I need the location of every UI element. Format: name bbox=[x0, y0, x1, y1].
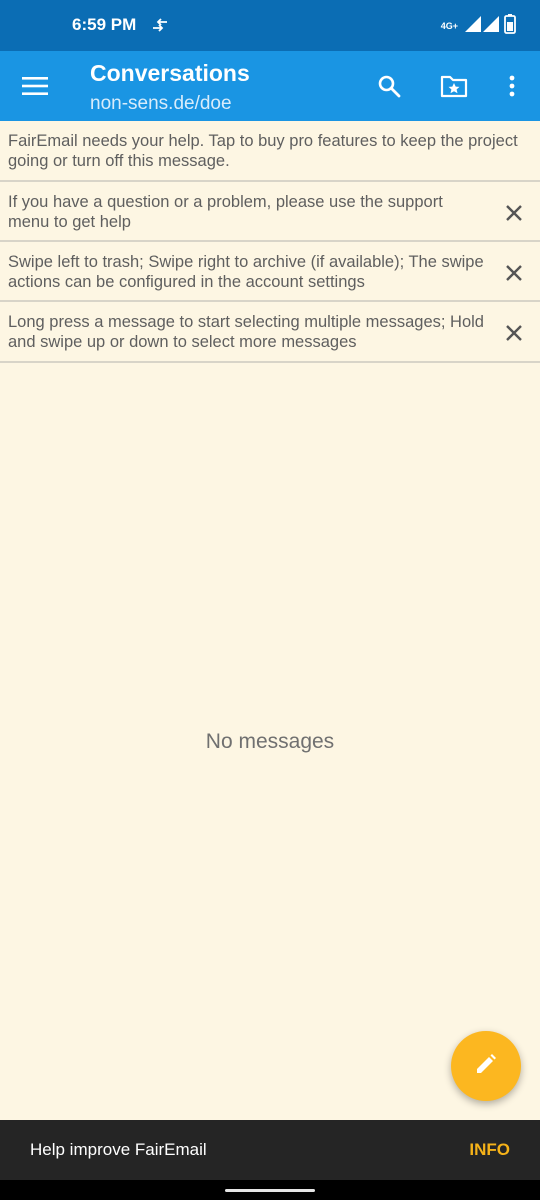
navigation-bar bbox=[0, 1180, 540, 1200]
banner-text: FairEmail needs your help. Tap to buy pr… bbox=[8, 132, 518, 170]
banner-text: If you have a question or a problem, ple… bbox=[8, 193, 443, 231]
close-icon[interactable] bbox=[496, 196, 532, 230]
status-time: 6:59 PM bbox=[72, 15, 137, 34]
menu-icon[interactable] bbox=[14, 65, 56, 107]
search-icon[interactable] bbox=[368, 65, 410, 107]
banner-text: Swipe left to trash; Swipe right to arch… bbox=[8, 253, 484, 291]
edit-icon bbox=[474, 1052, 498, 1081]
close-icon[interactable] bbox=[496, 316, 532, 350]
hint-banner-select: Long press a message to start selecting … bbox=[0, 302, 540, 363]
snackbar: Help improve FairEmail INFO bbox=[0, 1120, 540, 1180]
battery-icon bbox=[504, 13, 516, 39]
page-title: Conversations bbox=[90, 60, 250, 86]
close-icon[interactable] bbox=[496, 256, 532, 290]
more-vert-icon[interactable] bbox=[491, 65, 533, 107]
account-subtitle: non-sens.de/doe bbox=[90, 93, 232, 114]
compose-button[interactable] bbox=[451, 1031, 521, 1101]
status-indicators: 4G+ bbox=[441, 13, 516, 39]
app-bar: Conversations non-sens.de/doe bbox=[0, 51, 540, 121]
home-gesture-handle[interactable] bbox=[225, 1189, 315, 1192]
snackbar-text: Help improve FairEmail bbox=[30, 1140, 207, 1159]
folder-star-icon[interactable] bbox=[433, 65, 475, 107]
status-bar: 6:59 PM 4G+ bbox=[0, 0, 540, 51]
info-button[interactable]: INFO bbox=[469, 1140, 510, 1160]
hint-banner-support: If you have a question or a problem, ple… bbox=[0, 182, 540, 242]
signal-icon bbox=[464, 15, 500, 38]
hint-banner-swipe: Swipe left to trash; Swipe right to arch… bbox=[0, 242, 540, 302]
banner-text: Long press a message to start selecting … bbox=[8, 313, 484, 351]
pro-banner[interactable]: FairEmail needs your help. Tap to buy pr… bbox=[0, 121, 540, 182]
data-transfer-icon bbox=[150, 16, 170, 34]
network-type-label: 4G+ bbox=[440, 20, 458, 31]
empty-state-text: No messages bbox=[205, 730, 335, 753]
